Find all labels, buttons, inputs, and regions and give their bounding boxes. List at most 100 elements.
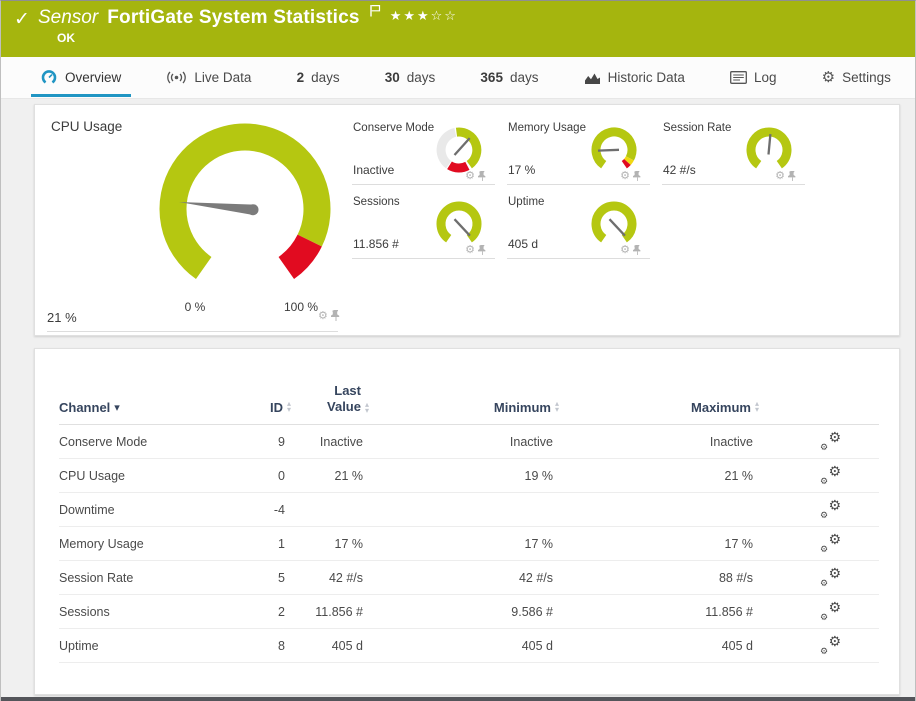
channel-id: 8 bbox=[278, 638, 285, 653]
gauge-value: Inactive bbox=[353, 163, 395, 177]
minimum-value: 9.586 # bbox=[511, 604, 553, 619]
channel-id: 5 bbox=[278, 570, 285, 585]
column-header-maximum[interactable]: Maximum ▴ ▾ bbox=[559, 399, 759, 415]
gauge-value: 42 #/s bbox=[663, 163, 696, 177]
channel-id: 0 bbox=[278, 468, 285, 483]
table-row: Session Rate 5 42 #/s 42 #/s 88 #/s ⚙ ⚙ bbox=[59, 561, 879, 595]
gauge-value: 11.856 # bbox=[353, 237, 399, 251]
page-title: FortiGate System Statistics bbox=[107, 7, 360, 28]
column-header-id[interactable]: ID ▴ ▾ bbox=[229, 399, 291, 415]
pin-icon[interactable] bbox=[330, 310, 341, 321]
column-header-last-value[interactable]: Last Value ▴ ▾ bbox=[291, 383, 369, 416]
channels-table-panel: Channel ▾ ID ▴ ▾ Last Value ▴ ▾ Minimum ▴ ▾… bbox=[34, 348, 900, 695]
tab-overview[interactable]: Overview bbox=[31, 57, 132, 99]
cpu-scale-min: 0 % bbox=[184, 300, 206, 314]
flag-icon[interactable] bbox=[369, 4, 381, 22]
gauge-title: Conserve Mode bbox=[353, 122, 435, 134]
tab-label: Historic Data bbox=[607, 70, 685, 85]
sort-icon: ▴ ▾ bbox=[554, 398, 559, 414]
last-value: 42 #/s bbox=[328, 570, 363, 585]
sensor-header: ✓ Sensor FortiGate System Statistics ★★★… bbox=[1, 1, 915, 57]
cpu-gauge-title: CPU Usage bbox=[51, 119, 123, 134]
tab-365-days[interactable]: 365 days bbox=[470, 57, 548, 99]
tab-label-number: 30 bbox=[384, 70, 400, 85]
app-window: ✓ Sensor FortiGate System Statistics ★★★… bbox=[0, 0, 916, 701]
channel-settings-icon[interactable]: ⚙ ⚙ bbox=[819, 600, 841, 623]
gauge-cell-conserve-mode: Conserve Mode Inactive ⚙ bbox=[352, 118, 495, 185]
channel-name[interactable]: Memory Usage bbox=[59, 537, 229, 551]
tab-live-data[interactable]: Live Data bbox=[156, 57, 261, 99]
gear-icon[interactable]: ⚙ bbox=[465, 244, 475, 255]
channel-name[interactable]: Sessions bbox=[59, 605, 229, 619]
minimum-value: Inactive bbox=[509, 434, 553, 449]
channel-id: 2 bbox=[278, 604, 285, 619]
column-header-minimum[interactable]: Minimum ▴ ▾ bbox=[369, 398, 559, 415]
gear-icon[interactable]: ⚙ bbox=[318, 310, 328, 321]
column-header-channel[interactable]: Channel ▾ bbox=[59, 400, 229, 415]
tab-label-number: 365 bbox=[480, 70, 503, 85]
maximum-value: 88 #/s bbox=[718, 570, 753, 585]
channel-id: 9 bbox=[278, 434, 285, 449]
gauges-panel: CPU Usage 0 % 100 % 21 % ⚙ Conserve Mode… bbox=[34, 104, 900, 336]
gauge-title: Memory Usage bbox=[508, 122, 586, 134]
minimum-value: 19 % bbox=[524, 468, 554, 483]
memory-usage-gauge bbox=[591, 127, 637, 169]
table-row: Memory Usage 1 17 % 17 % 17 % ⚙ ⚙ bbox=[59, 527, 879, 561]
pin-icon[interactable] bbox=[633, 244, 642, 255]
divider bbox=[47, 331, 338, 332]
channel-name[interactable]: Conserve Mode bbox=[59, 435, 229, 449]
pin-icon[interactable] bbox=[478, 244, 487, 255]
gear-icon[interactable]: ⚙ bbox=[465, 170, 475, 181]
priority-stars[interactable]: ★★★☆☆ bbox=[390, 9, 458, 24]
sort-desc-icon: ▾ bbox=[114, 401, 120, 414]
tab-log[interactable]: Log bbox=[720, 57, 787, 99]
table-row: Sessions 2 11.856 # 9.586 # 11.856 # ⚙ ⚙ bbox=[59, 595, 879, 629]
tab-label: days bbox=[509, 70, 539, 85]
minimum-value: 42 #/s bbox=[518, 570, 553, 585]
channel-name[interactable]: Uptime bbox=[59, 639, 229, 653]
gear-icon[interactable]: ⚙ bbox=[620, 244, 630, 255]
tab-label: days bbox=[406, 70, 436, 85]
gear-icon[interactable]: ⚙ bbox=[620, 170, 630, 181]
channel-settings-icon[interactable]: ⚙ ⚙ bbox=[819, 634, 841, 657]
gauge-cell-memory-usage: Memory Usage 17 % ⚙ bbox=[507, 118, 650, 185]
pin-icon[interactable] bbox=[788, 170, 797, 181]
channel-settings-icon[interactable]: ⚙ ⚙ bbox=[819, 532, 841, 555]
gear-icon[interactable]: ⚙ bbox=[775, 170, 785, 181]
channel-id: 1 bbox=[278, 536, 285, 551]
table-row: CPU Usage 0 21 % 19 % 21 % ⚙ ⚙ bbox=[59, 459, 879, 493]
channel-name[interactable]: Downtime bbox=[59, 503, 229, 517]
tab-label: Live Data bbox=[194, 70, 252, 85]
channel-settings-icon[interactable]: ⚙ ⚙ bbox=[819, 566, 841, 589]
tab-historic-data[interactable]: Historic Data bbox=[574, 57, 695, 99]
channel-settings-icon[interactable]: ⚙ ⚙ bbox=[819, 430, 841, 453]
minimum-value: 405 d bbox=[521, 638, 553, 653]
maximum-value: 17 % bbox=[724, 536, 754, 551]
channel-settings-icon[interactable]: ⚙ ⚙ bbox=[819, 498, 841, 521]
tab-bar: Overview Live Data 2 days 30 days 365 da… bbox=[1, 57, 915, 99]
gauge-value: 405 d bbox=[508, 237, 539, 251]
channel-name[interactable]: CPU Usage bbox=[59, 469, 229, 483]
table-header-row: Channel ▾ ID ▴ ▾ Last Value ▴ ▾ Minimum ▴ ▾… bbox=[59, 375, 879, 425]
window-bottom-edge bbox=[1, 697, 915, 701]
gauge-title: Sessions bbox=[353, 196, 400, 208]
channel-settings-icon[interactable]: ⚙ ⚙ bbox=[819, 464, 841, 487]
tab-30-days[interactable]: 30 days bbox=[375, 57, 446, 99]
pin-icon[interactable] bbox=[478, 170, 487, 181]
gauge-cell-sessions: Sessions 11.856 # ⚙ bbox=[352, 192, 495, 259]
channel-name[interactable]: Session Rate bbox=[59, 571, 229, 585]
tab-label-number: 2 bbox=[296, 70, 305, 85]
pin-icon[interactable] bbox=[633, 170, 642, 181]
tab-2-days[interactable]: 2 days bbox=[287, 57, 350, 99]
last-value: Inactive bbox=[319, 434, 363, 449]
content-area: CPU Usage 0 % 100 % 21 % ⚙ Conserve Mode… bbox=[1, 99, 915, 695]
tab-settings[interactable]: ⚙ Settings bbox=[812, 57, 901, 99]
small-gauges-grid: Conserve Mode Inactive ⚙ Memory Usage 17… bbox=[352, 118, 805, 259]
column-label: Maximum bbox=[691, 400, 751, 415]
last-value: 17 % bbox=[334, 536, 364, 551]
tab-label: days bbox=[311, 70, 340, 85]
sensor-kind-label: Sensor bbox=[38, 7, 99, 28]
sort-icon: ▴ ▾ bbox=[364, 400, 369, 415]
session-rate-gauge bbox=[746, 127, 792, 169]
last-value: 21 % bbox=[334, 468, 364, 483]
